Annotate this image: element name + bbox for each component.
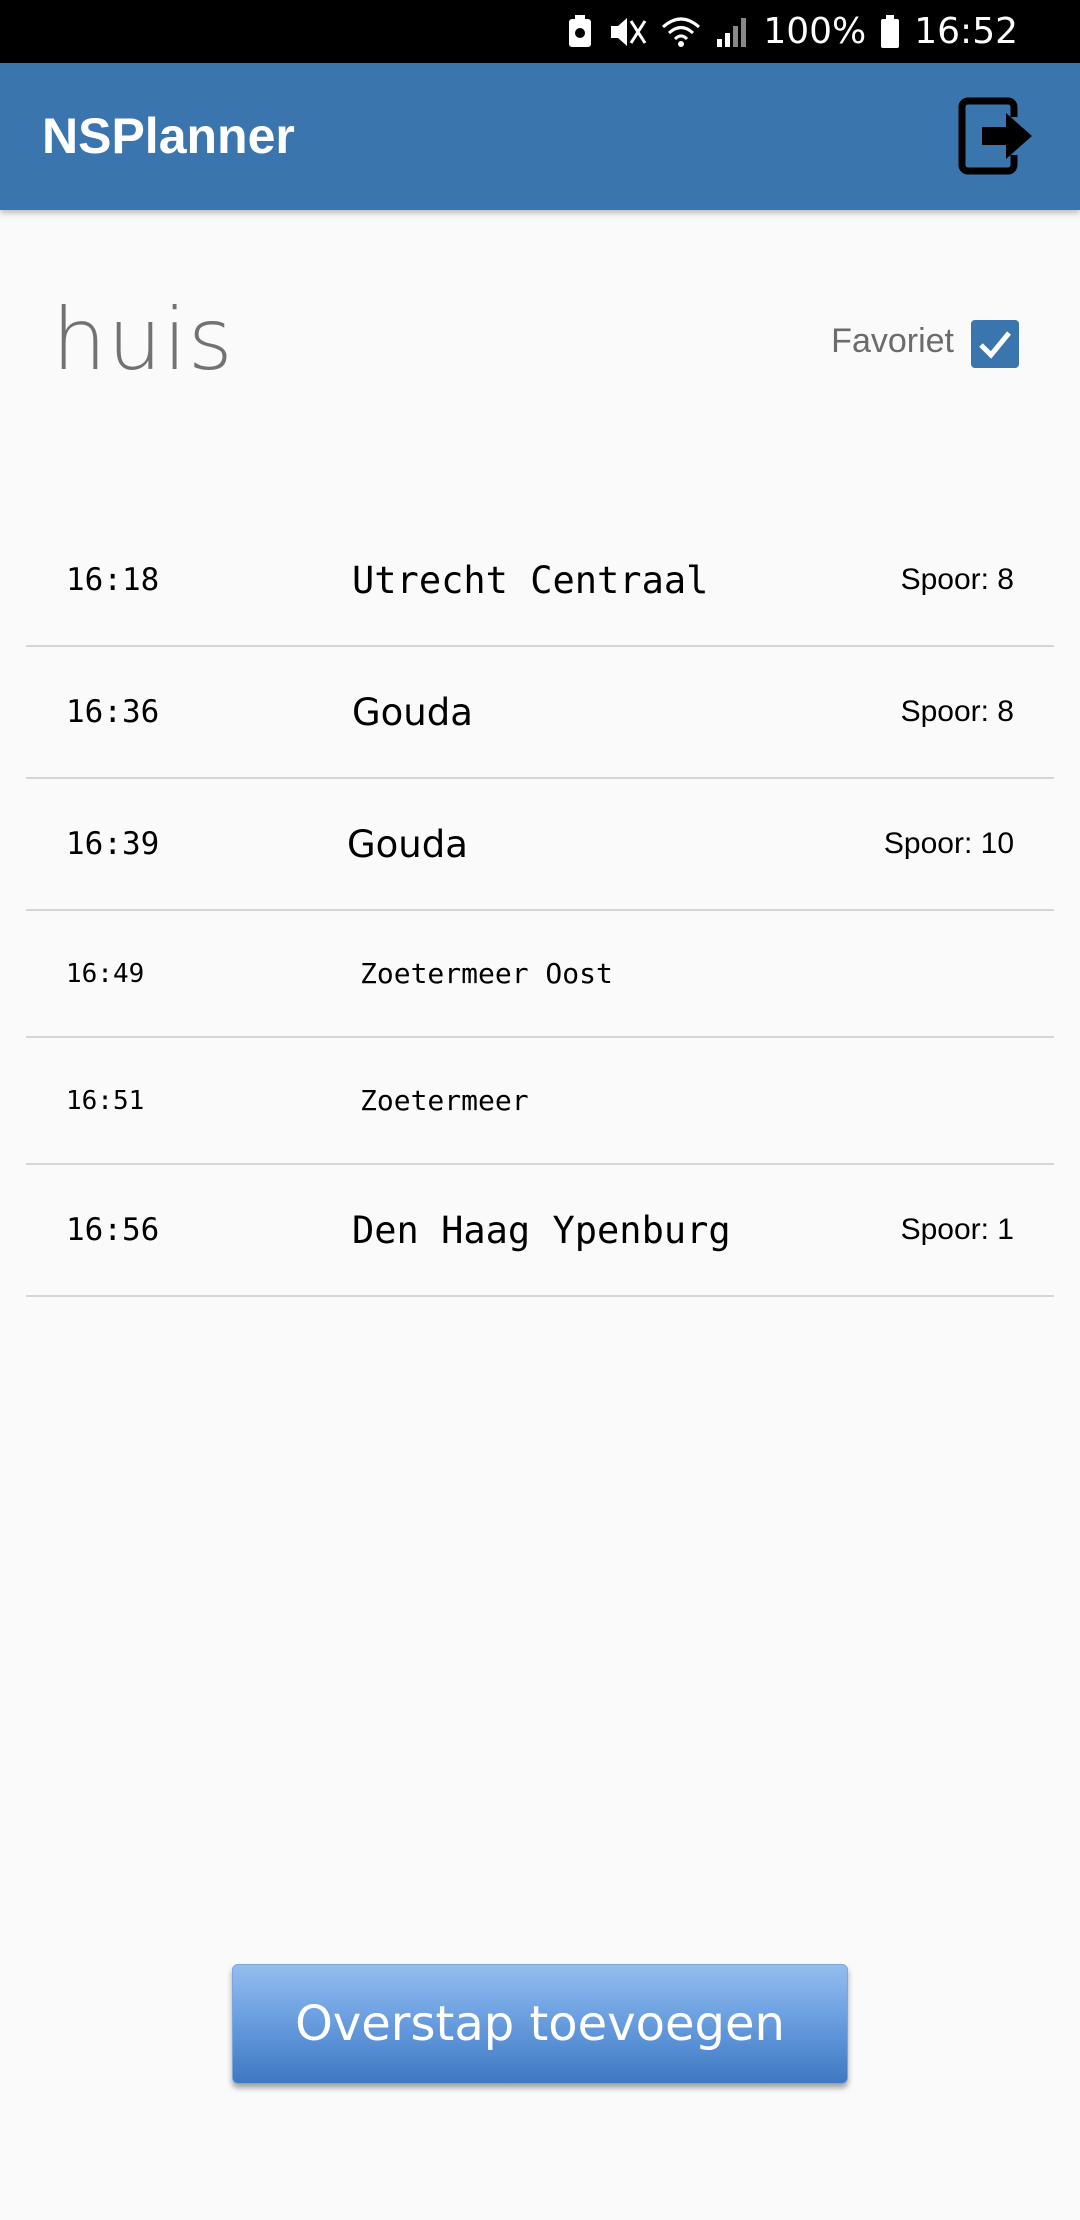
trip-track: Spoor: 8 <box>900 695 1014 728</box>
favorite-label: Favoriet <box>831 322 954 360</box>
checkmark-icon <box>979 331 1011 359</box>
trip-track: Spoor: 8 <box>900 563 1014 596</box>
battery-saver-icon <box>567 14 593 49</box>
trip-destination: Gouda <box>347 822 468 866</box>
trip-time: 16:49 <box>66 958 145 989</box>
trip-row[interactable]: 16:49 Zoetermeer Oost <box>26 911 1054 1038</box>
logout-button[interactable] <box>954 91 1044 181</box>
signal-icon <box>715 15 749 49</box>
trip-track: Spoor: 10 <box>883 827 1014 860</box>
trip-list: 16:18 Utrecht Centraal Spoor: 8 16:36 Go… <box>26 515 1054 1297</box>
battery-icon <box>880 14 900 49</box>
wifi-icon <box>661 15 701 49</box>
logout-icon <box>958 97 1032 175</box>
battery-percent: 100% <box>763 11 867 52</box>
trip-time: 16:39 <box>66 826 160 862</box>
group-title: huis <box>52 290 234 390</box>
status-icons: 100% 16:52 <box>567 0 1018 63</box>
trip-row[interactable]: 16:18 Utrecht Centraal Spoor: 8 <box>26 515 1054 647</box>
trip-row[interactable]: 16:39 Gouda Spoor: 10 <box>26 779 1054 911</box>
trip-time: 16:51 <box>66 1085 145 1116</box>
app-title: NSPlanner <box>42 108 295 164</box>
favorite-checkbox[interactable] <box>971 320 1019 368</box>
clock: 16:52 <box>914 11 1018 52</box>
trip-time: 16:36 <box>66 694 160 730</box>
trip-destination: Gouda <box>352 690 473 734</box>
trip-destination: Zoetermeer Oost <box>360 957 613 990</box>
app-bar: NSPlanner <box>0 63 1080 210</box>
trip-destination: Zoetermeer <box>360 1084 529 1117</box>
status-bar: 100% 16:52 <box>0 0 1080 63</box>
trip-time: 16:56 <box>66 1212 160 1248</box>
trip-row[interactable]: 16:51 Zoetermeer <box>26 1038 1054 1165</box>
trip-time: 16:18 <box>66 562 160 598</box>
mute-icon <box>607 15 647 49</box>
trip-destination: Den Haag Ypenburg <box>352 1208 731 1252</box>
trip-destination: Utrecht Centraal <box>352 558 709 602</box>
trip-row[interactable]: 16:56 Den Haag Ypenburg Spoor: 1 <box>26 1165 1054 1297</box>
add-transfer-button[interactable]: Overstap toevoegen <box>232 1964 848 2084</box>
trip-row[interactable]: 16:36 Gouda Spoor: 8 <box>26 647 1054 779</box>
trip-track: Spoor: 1 <box>900 1213 1014 1246</box>
